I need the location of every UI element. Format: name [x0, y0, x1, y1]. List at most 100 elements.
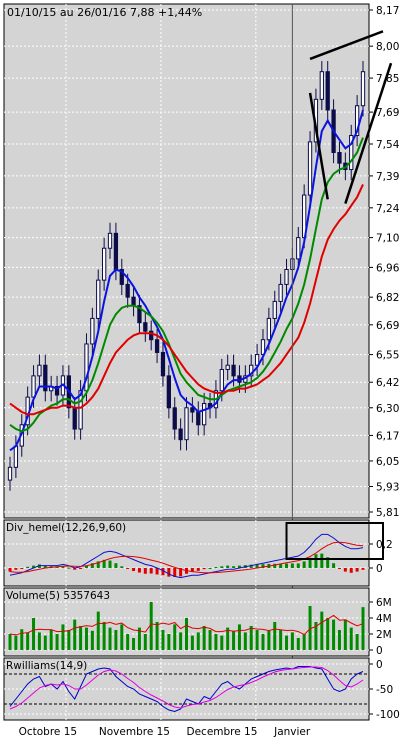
candle-body: [125, 283, 130, 298]
volume-bar: [114, 630, 118, 650]
chart-canvas: 8,178,007,857,697,547,397,247,106,966,82…: [3, 3, 400, 738]
volume-bar: [132, 638, 136, 650]
x-month-label: Decembre 15: [187, 726, 258, 738]
y-tick-label: 6M: [376, 597, 392, 609]
volume-bar: [126, 634, 130, 650]
williams-label: Rwilliams(14,9): [6, 660, 87, 672]
volume-bar: [332, 619, 336, 650]
macd-histogram-bar: [196, 568, 200, 571]
candle-body: [337, 152, 342, 164]
volume-bar: [120, 624, 124, 650]
macd-histogram-bar: [137, 568, 141, 573]
candle-body: [219, 368, 224, 392]
macd-histogram-bar: [296, 563, 300, 568]
volume-bar: [8, 634, 12, 650]
volume-bar: [61, 624, 65, 650]
macd-histogram-bar: [67, 567, 71, 569]
macd-histogram-bar: [361, 568, 365, 570]
volume-bar: [361, 607, 365, 650]
candle-body: [172, 407, 177, 430]
y-tick-label: 0: [376, 563, 383, 575]
candle-body: [131, 296, 136, 307]
candle-body: [360, 71, 366, 107]
volume-bar: [20, 629, 24, 650]
candle-body: [154, 339, 160, 353]
volume-bar: [161, 630, 165, 650]
y-tick-label: 7,69: [376, 107, 399, 119]
macd-label: Div_hemel(12,26,9,60): [6, 522, 126, 534]
volume-bar: [185, 618, 188, 650]
volume-bar: [232, 630, 236, 650]
y-tick-label: 7,10: [376, 233, 399, 245]
y-tick-label: 6,05: [376, 456, 399, 468]
volume-bar: [255, 630, 259, 650]
macd-histogram-bar: [167, 568, 171, 577]
x-month-label: Novembre 15: [99, 726, 170, 738]
volume-bar: [220, 635, 224, 650]
macd-histogram-bar: [349, 568, 353, 573]
macd-histogram-bar: [220, 566, 224, 568]
y-tick-label: 0: [376, 659, 383, 671]
volume-bar: [167, 634, 171, 650]
candle-body: [107, 232, 113, 249]
macd-histogram-bar: [232, 566, 236, 568]
volume-bar: [73, 619, 77, 650]
candle-body: [166, 375, 171, 409]
candle-body: [307, 141, 313, 196]
macd-histogram-bar: [290, 563, 294, 568]
macd-histogram-bar: [114, 563, 118, 568]
candle-body: [272, 300, 277, 319]
macd-histogram-bar: [143, 568, 147, 574]
y-tick-label: 8,00: [376, 41, 399, 53]
volume-bar: [32, 618, 36, 650]
volume-bar: [279, 630, 283, 650]
volume-bar: [202, 626, 206, 650]
y-tick-label: 6,55: [376, 350, 399, 362]
macd-histogram-bar: [132, 568, 136, 571]
candle-body: [37, 364, 42, 377]
volume-bar: [102, 622, 106, 650]
y-tick-label: 8,17: [376, 5, 399, 17]
volume-bar: [337, 630, 341, 650]
volume-bar: [208, 630, 212, 650]
y-tick-label: 6,96: [376, 262, 400, 274]
volume-bar: [173, 624, 177, 650]
volume-bar: [355, 634, 359, 650]
volume-bar: [84, 627, 88, 650]
macd-histogram-bar: [26, 566, 30, 568]
x-month-label: Janvier: [273, 726, 311, 738]
volume-bar: [196, 632, 200, 650]
candle-body: [325, 71, 330, 111]
candle-body: [296, 237, 301, 260]
y-tick-label: -50: [376, 684, 393, 696]
volume-bar: [349, 627, 353, 650]
candle-body: [196, 411, 201, 426]
volume-bar: [67, 630, 71, 650]
stock-chart: 8,17 8,00 7,85 7,69 7,54 7,39 7,24 7,10 6,96 6,82…: [0, 0, 404, 741]
macd-histogram-bar: [108, 560, 112, 568]
candle-body: [31, 375, 36, 398]
candle-body: [319, 71, 324, 100]
macd-histogram-bar: [226, 565, 230, 568]
candle-body: [225, 364, 230, 370]
volume-bar: [37, 632, 41, 650]
volume-bar: [273, 622, 277, 650]
y-tick-label: 5,81: [376, 507, 399, 519]
candle-body: [284, 269, 289, 285]
y-tick-label: 4M: [376, 613, 392, 625]
volume-bar: [179, 632, 183, 650]
candle-body: [90, 317, 95, 345]
y-tick-label: 0: [376, 645, 383, 657]
macd-histogram-bar: [208, 568, 212, 569]
candle-body: [184, 407, 189, 441]
macd-histogram-bar: [343, 568, 347, 572]
y-tick-label: 6,82: [376, 292, 399, 304]
macd-histogram-bar: [302, 561, 306, 568]
candle-body: [96, 279, 101, 319]
candle-body: [13, 445, 19, 468]
candle-body: [231, 364, 236, 377]
volume-bar: [237, 624, 241, 650]
macd-histogram-bar: [320, 553, 324, 568]
macd-histogram-bar: [214, 567, 218, 569]
volume-bar: [249, 626, 253, 650]
